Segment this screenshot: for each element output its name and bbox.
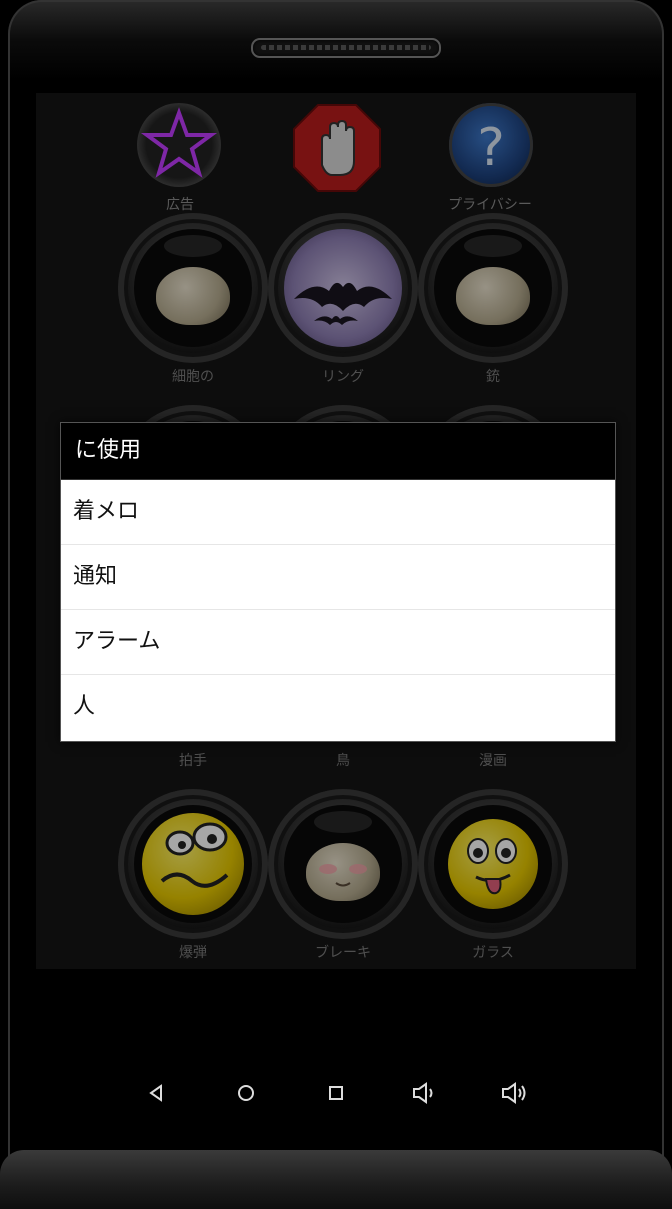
dialog-item-ringtone[interactable]: 着メロ: [61, 480, 615, 545]
dialog-title: に使用: [61, 423, 615, 480]
dialog-item-contact[interactable]: 人: [61, 675, 615, 739]
system-nav-bar: [0, 1072, 672, 1112]
home-icon: [238, 1085, 254, 1101]
phone-speaker: [251, 38, 441, 58]
use-for-dialog: に使用 着メロ 通知 アラーム 人: [60, 422, 616, 742]
recents-button[interactable]: [321, 1078, 351, 1108]
home-button[interactable]: [231, 1078, 261, 1108]
volume-down-button[interactable]: [410, 1078, 440, 1108]
dialog-item-alarm[interactable]: アラーム: [61, 610, 615, 675]
recents-icon: [329, 1086, 343, 1100]
back-icon: [149, 1084, 162, 1102]
back-button[interactable]: [141, 1078, 171, 1108]
dialog-item-notification[interactable]: 通知: [61, 545, 615, 610]
phone-chin: [0, 1150, 672, 1209]
volume-down-icon: [413, 1082, 433, 1104]
volume-up-button[interactable]: [500, 1078, 530, 1108]
volume-up-icon: [502, 1082, 526, 1104]
